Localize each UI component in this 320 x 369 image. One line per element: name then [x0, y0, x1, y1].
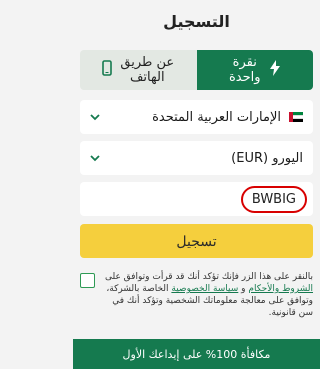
tab-phone[interactable]: عن طريق الهاتف: [80, 50, 197, 90]
registration-method-tabs: نقرة واحدة عن طريق الهاتف: [80, 50, 313, 90]
phone-icon: [102, 60, 113, 80]
privacy-link[interactable]: سياسة الخصوصية: [171, 284, 238, 294]
uae-flag-icon: [289, 112, 303, 123]
bonus-banner: مكافأة 100% على إيداعك الأول: [73, 339, 320, 369]
consent-checkbox[interactable]: [80, 273, 95, 288]
consent-text: بالنقر على هذا الزر فإنك تؤكد أنك قد قرأ…: [104, 272, 313, 318]
page-title: التسجيل: [163, 12, 230, 31]
consent-section: بالنقر على هذا الزر فإنك تؤكد أنك قد قرأ…: [80, 271, 313, 319]
promo-code-field[interactable]: BWBIG: [80, 182, 313, 216]
terms-link[interactable]: الشروط والأحكام: [248, 284, 313, 294]
tab-one-click[interactable]: نقرة واحدة: [196, 50, 313, 90]
country-select[interactable]: الإمارات العربية المتحدة: [80, 100, 313, 134]
register-button[interactable]: تسجيل: [80, 224, 313, 258]
currency-value: اليورو (EUR): [231, 150, 303, 166]
bonus-text: مكافأة 100% على إيداعك الأول: [122, 347, 271, 361]
tab-phone-label: عن طريق الهاتف: [120, 55, 175, 85]
currency-select[interactable]: اليورو (EUR): [80, 141, 313, 175]
lightning-icon: [269, 60, 281, 80]
chevron-down-icon: [90, 111, 100, 124]
country-value: الإمارات العربية المتحدة: [152, 109, 281, 125]
promo-code-value: BWBIG: [240, 185, 307, 213]
tab-one-click-label: نقرة واحدة: [228, 55, 261, 85]
chevron-down-icon: [90, 152, 100, 165]
